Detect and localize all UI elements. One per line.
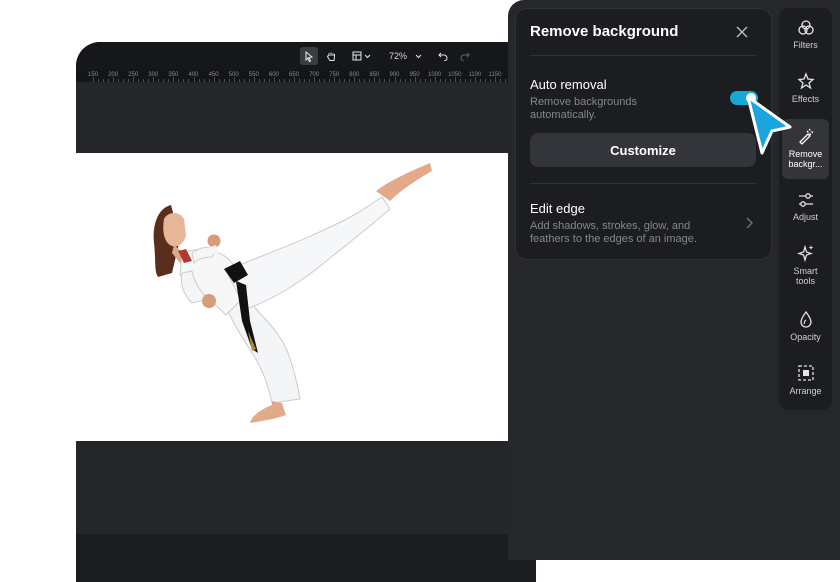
artboard[interactable]	[76, 153, 536, 441]
redo-button[interactable]	[456, 47, 474, 65]
rail-item-adjust[interactable]: Adjust	[782, 192, 829, 232]
smart-tools-icon	[796, 244, 813, 262]
mouse-cursor-icon	[746, 95, 792, 155]
canvas-area[interactable]	[76, 82, 536, 534]
arrange-icon	[797, 365, 814, 381]
tool-rail: Filters Effects Remove backgr... Adjust …	[779, 8, 832, 410]
effects-icon	[796, 72, 815, 90]
remove-background-panel: Remove background Auto removal Remove ba…	[515, 8, 772, 260]
auto-removal-description: Remove backgrounds automatically.	[530, 96, 638, 121]
layout-icon	[352, 51, 362, 61]
rail-label: Filters	[793, 40, 818, 50]
filters-icon	[797, 20, 814, 35]
rail-label: Opacity	[790, 332, 821, 342]
adjust-icon	[798, 193, 813, 207]
karate-kick-photo[interactable]	[76, 153, 536, 441]
undo-button[interactable]	[434, 47, 452, 65]
rail-item-arrange[interactable]: Arrange	[782, 364, 829, 404]
rail-item-filters[interactable]: Filters	[782, 20, 829, 60]
chevron-down-icon	[415, 54, 422, 58]
select-tool-button[interactable]	[300, 47, 318, 65]
layout-dropdown[interactable]	[350, 47, 373, 65]
zoom-level: 72%	[389, 51, 408, 61]
chevron-down-icon	[364, 54, 371, 58]
auto-removal-title: Auto removal	[530, 77, 607, 92]
redo-icon	[460, 52, 470, 61]
rail-label: tools	[795, 276, 815, 286]
rail-label: Smart	[793, 266, 818, 276]
rail-label: Adjust	[792, 212, 818, 222]
edit-edge-title[interactable]: Edit edge	[530, 201, 585, 216]
close-icon[interactable]	[735, 25, 749, 39]
opacity-icon	[799, 310, 812, 328]
rail-item-opacity[interactable]: Opacity	[782, 310, 829, 350]
pointer-icon	[305, 50, 314, 62]
undo-icon	[438, 52, 448, 61]
rail-item-smart-tools[interactable]: Smart tools	[782, 244, 829, 294]
divider	[530, 55, 757, 56]
editor-window: 72% 150 200 250 300 350 400 450 500 550 600 650 700…	[76, 42, 536, 582]
divider	[530, 183, 757, 184]
chevron-right-icon[interactable]	[745, 217, 753, 229]
edit-edge-description: Add shadows, strokes, glow, and feathers…	[530, 220, 697, 245]
editor-bottom-strip	[76, 534, 536, 582]
rail-label: Arrange	[789, 386, 822, 396]
panel-title: Remove background	[530, 23, 679, 40]
editor-toolbar: 72%	[76, 42, 536, 70]
hand-icon	[327, 52, 335, 61]
zoom-dropdown[interactable]: 72%	[383, 47, 424, 65]
customize-button[interactable]: Customize	[530, 133, 756, 167]
hand-tool-button[interactable]	[322, 47, 340, 65]
